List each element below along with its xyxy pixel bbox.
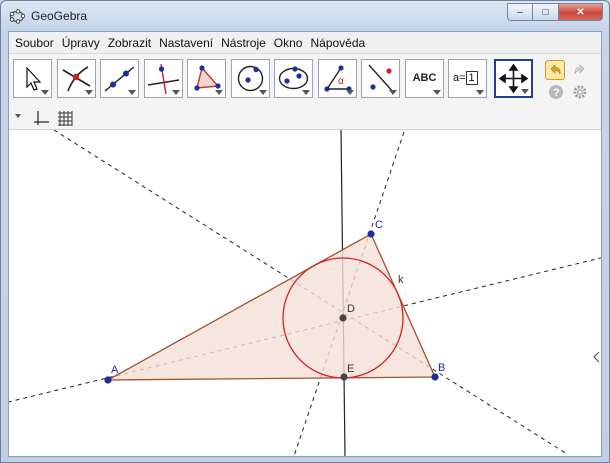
- style-bar: [9, 106, 601, 130]
- menu-okno[interactable]: Okno: [270, 36, 307, 50]
- perpendicular-tool-button[interactable]: [144, 59, 183, 98]
- label-circle-k: k: [398, 274, 404, 286]
- line-tool-button[interactable]: [100, 59, 139, 98]
- window-title: GeoGebra: [31, 9, 88, 23]
- angle-tool-button[interactable]: α: [318, 59, 357, 98]
- label-c: C: [375, 219, 383, 231]
- label-d: D: [347, 303, 355, 315]
- grid-icon[interactable]: [55, 108, 75, 128]
- menu-soubor[interactable]: Soubor: [11, 36, 58, 50]
- point-tool-button[interactable]: [57, 59, 96, 98]
- slider-label: a=: [453, 72, 466, 84]
- triangle-abc[interactable]: [107, 233, 436, 381]
- point-b[interactable]: [431, 373, 439, 381]
- geogebra-logo-icon: [9, 9, 25, 24]
- maximize-button[interactable]: □: [533, 3, 559, 21]
- app-window: GeoGebra – □ ✕ Soubor Úpravy Zobrazit Na…: [0, 0, 610, 463]
- axes-icon[interactable]: [31, 108, 51, 128]
- conic-tool-button[interactable]: [274, 59, 313, 98]
- menu-upravy[interactable]: Úpravy: [58, 36, 104, 50]
- gear-icon[interactable]: [570, 82, 590, 102]
- triangle-down-icon[interactable]: [11, 108, 31, 128]
- menu-napoveda[interactable]: Nápověda: [306, 36, 369, 50]
- label-a: A: [111, 364, 119, 376]
- redo-icon[interactable]: [570, 60, 590, 80]
- slider-tool-button[interactable]: a= 1: [448, 59, 487, 98]
- menu-nastroje[interactable]: Nástroje: [217, 36, 270, 50]
- help-icon[interactable]: ?: [546, 82, 566, 102]
- client-area: Soubor Úpravy Zobrazit Nastavení Nástroj…: [8, 31, 602, 457]
- slider-value: 1: [465, 71, 478, 85]
- menu-zobrazit[interactable]: Zobrazit: [104, 36, 155, 50]
- point-c[interactable]: [367, 230, 375, 238]
- slider-icon: a= 1: [453, 71, 478, 85]
- point-d[interactable]: [339, 314, 347, 322]
- title-bar[interactable]: GeoGebra – □ ✕: [1, 1, 609, 31]
- polygon-tool-button[interactable]: [187, 59, 226, 98]
- move-view-tool-button[interactable]: [494, 59, 533, 98]
- collapse-panel-icon[interactable]: [592, 350, 601, 364]
- text-tool-button[interactable]: ABC: [405, 59, 444, 98]
- svg-text:?: ?: [553, 87, 560, 99]
- close-button[interactable]: ✕: [559, 3, 603, 21]
- move-tool-button[interactable]: [13, 59, 52, 98]
- text-icon: ABC: [412, 72, 437, 84]
- reflect-tool-button[interactable]: [361, 59, 400, 98]
- label-b: B: [438, 362, 445, 374]
- menu-nastaveni[interactable]: Nastavení: [155, 36, 217, 50]
- undo-icon[interactable]: [545, 60, 565, 80]
- minimize-button[interactable]: –: [507, 3, 533, 21]
- circle-tool-button[interactable]: [231, 59, 270, 98]
- side-controls: ?: [544, 58, 594, 102]
- label-e: E: [347, 363, 354, 375]
- graphics-view[interactable]: A B C D E k: [9, 130, 601, 456]
- menu-bar: Soubor Úpravy Zobrazit Nastavení Nástroj…: [9, 32, 601, 54]
- svg-text:α: α: [338, 76, 344, 87]
- construction-canvas[interactable]: A B C D E k: [9, 130, 601, 456]
- toolbar: α ABC a= 1 ?: [9, 54, 601, 106]
- point-a[interactable]: [104, 376, 112, 384]
